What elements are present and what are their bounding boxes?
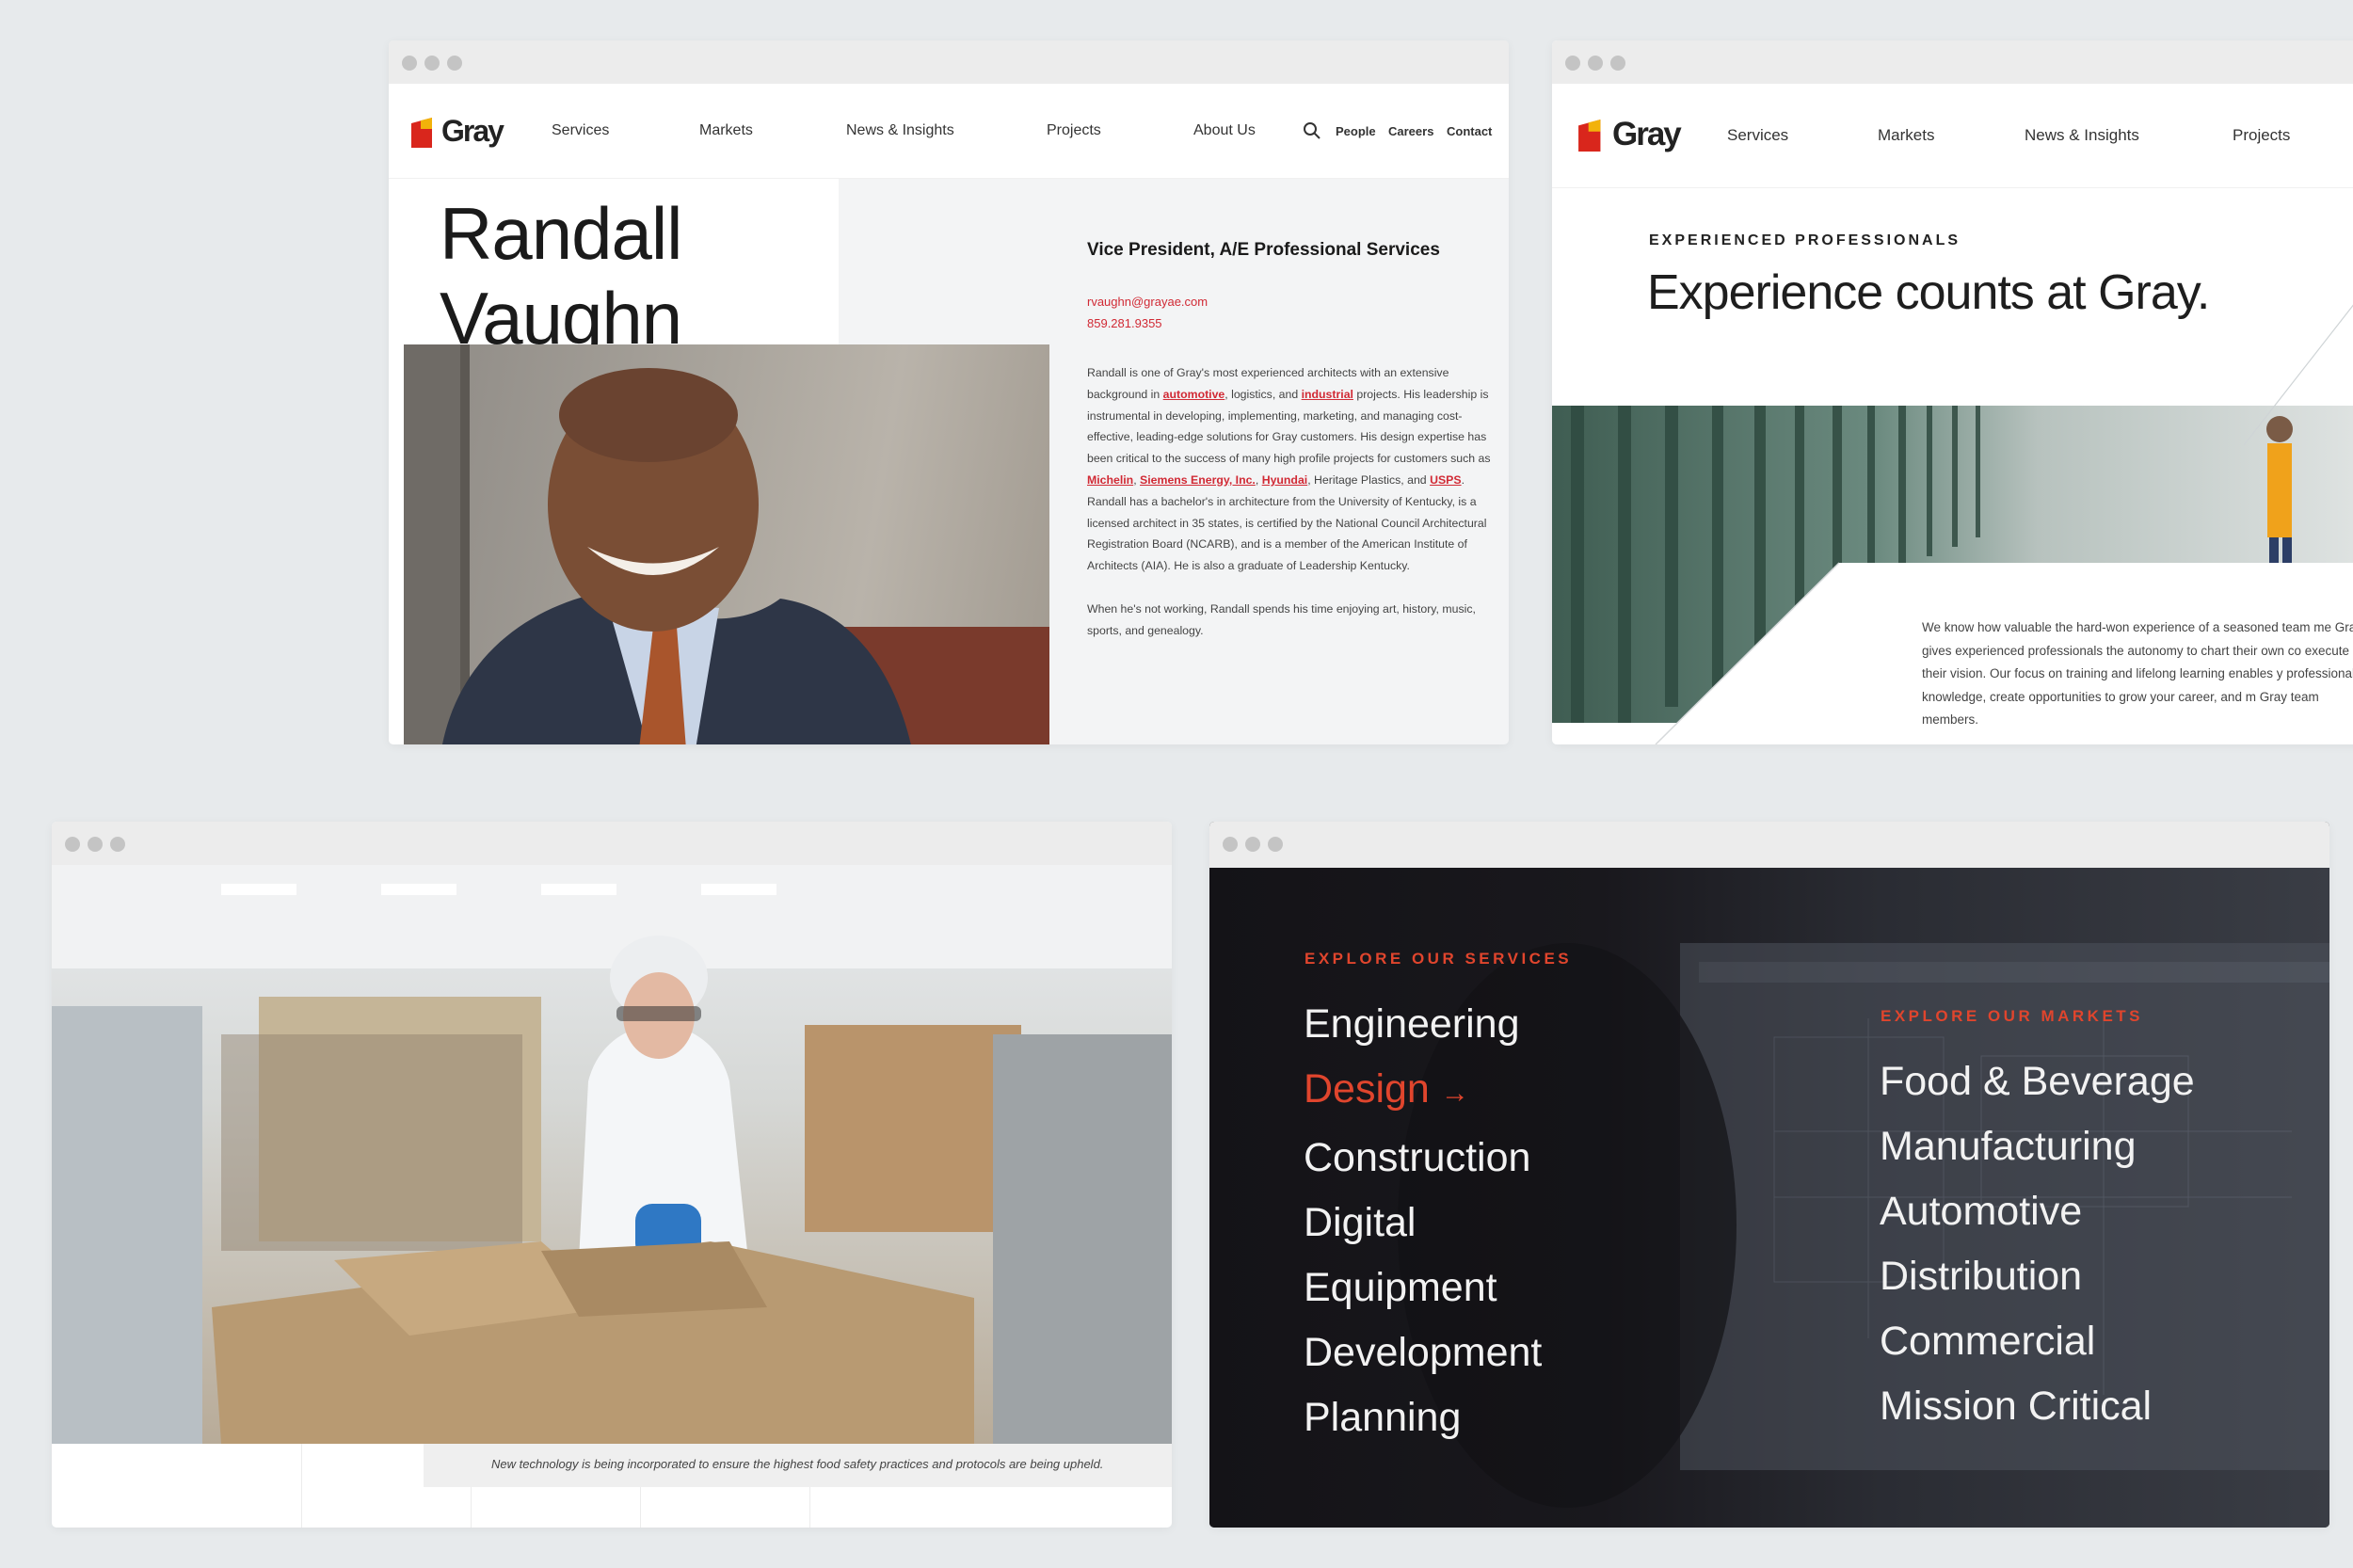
market-manufacturing[interactable]: Manufacturing [1880,1114,2195,1179]
gray-logo[interactable]: Gray [411,110,515,152]
profile-phone[interactable]: 859.281.9355 [1087,316,1162,330]
site-header: Gray Services Markets News & Insights Pr… [1552,84,2353,188]
window-minimize-dot[interactable] [88,837,103,852]
nav-news-insights[interactable]: News & Insights [846,84,954,178]
logo-mark-icon [411,118,432,148]
market-distribution[interactable]: Distribution [1880,1244,2195,1309]
window-chrome [389,40,1509,84]
food-safety-photo [52,865,1172,1444]
service-construction[interactable]: Construction [1304,1126,1542,1191]
window-maximize-dot[interactable] [1268,837,1283,852]
market-mission-critical[interactable]: Mission Critical [1880,1374,2195,1439]
logo-mark-icon [1578,120,1601,152]
market-food-beverage[interactable]: Food & Beverage [1880,1049,2195,1114]
logo-wordmark: Gray [1612,116,1682,152]
nav-projects[interactable]: Projects [1047,84,1101,178]
arrow-right-icon: → [1440,1078,1469,1109]
link-usps[interactable]: USPS [1430,473,1462,487]
window-minimize-dot[interactable] [1245,837,1260,852]
nav-people[interactable]: People [1336,84,1376,178]
link-industrial[interactable]: industrial [1302,388,1353,401]
browser-window-food: New technology is being incorporated to … [52,822,1172,1528]
browser-window-menu: EXPLORE OUR SERVICES Engineering Design … [1209,822,2329,1528]
window-chrome [1209,822,2329,868]
search-icon[interactable] [1303,84,1321,178]
profile-name: Randall Vaughn [440,191,683,360]
browser-window-careers: Gray Services Markets News & Insights Pr… [1552,40,2353,744]
person-illustration [404,344,1049,744]
service-equipment[interactable]: Equipment [1304,1256,1542,1320]
market-commercial[interactable]: Commercial [1880,1309,2195,1374]
nav-markets[interactable]: Markets [699,84,753,178]
link-michelin[interactable]: Michelin [1087,473,1133,487]
logo-wordmark: Gray [441,114,504,148]
profile-bio: Randall is one of Gray's most experience… [1087,362,1501,642]
gray-logo[interactable]: Gray [1578,114,1691,157]
photo-caption: New technology is being incorporated to … [491,1457,1104,1471]
window-minimize-dot[interactable] [424,56,440,71]
window-close-dot[interactable] [65,837,80,852]
browser-window-profile: Gray Services Markets News & Insights Pr… [389,40,1509,744]
window-close-dot[interactable] [402,56,417,71]
services-heading: EXPLORE OUR SERVICES [1305,950,1573,968]
window-maximize-dot[interactable] [1610,56,1625,71]
nav-news-insights[interactable]: News & Insights [2025,84,2139,187]
service-planning[interactable]: Planning [1304,1385,1542,1450]
link-automotive[interactable]: automotive [1163,388,1225,401]
photo-caption-box: New technology is being incorporated to … [424,1444,1172,1487]
link-hyundai[interactable]: Hyundai [1262,473,1308,487]
portrait-photo [404,344,1049,744]
profile-title: Vice President, A/E Professional Service… [1087,240,1440,260]
market-automotive[interactable]: Automotive [1880,1179,2195,1244]
first-name: Randall [440,192,683,275]
nav-services[interactable]: Services [552,84,609,178]
nav-careers[interactable]: Careers [1388,84,1433,178]
service-engineering[interactable]: Engineering [1304,992,1542,1057]
service-design[interactable]: Design → [1304,1057,1542,1126]
window-close-dot[interactable] [1565,56,1580,71]
service-digital[interactable]: Digital [1304,1191,1542,1256]
nav-services[interactable]: Services [1727,84,1788,187]
markets-heading: EXPLORE OUR MARKETS [1881,1007,2144,1025]
window-close-dot[interactable] [1223,837,1238,852]
service-development[interactable]: Development [1304,1320,1542,1385]
nav-contact[interactable]: Contact [1447,84,1492,178]
markets-list: Food & Beverage Manufacturing Automotive… [1880,1049,2195,1439]
window-chrome [1552,40,2353,84]
window-chrome [52,822,1172,865]
worker-packing-illustration [52,865,1172,1444]
window-maximize-dot[interactable] [447,56,462,71]
bio-paragraph-2: When he's not working, Randall spends hi… [1087,601,1476,637]
profile-email[interactable]: rvaughn@grayae.com [1087,295,1208,309]
nav-markets[interactable]: Markets [1878,84,1934,187]
section-body: We know how valuable the hard-won experi… [1922,620,2353,728]
nav-projects[interactable]: Projects [2233,84,2290,187]
link-siemens-energy[interactable]: Siemens Energy, Inc. [1140,473,1256,487]
window-minimize-dot[interactable] [1588,56,1603,71]
services-list: Engineering Design → Construction Digita… [1304,992,1542,1450]
site-header: Gray Services Markets News & Insights Pr… [389,84,1509,179]
nav-about-us[interactable]: About Us [1193,84,1256,178]
window-maximize-dot[interactable] [110,837,125,852]
